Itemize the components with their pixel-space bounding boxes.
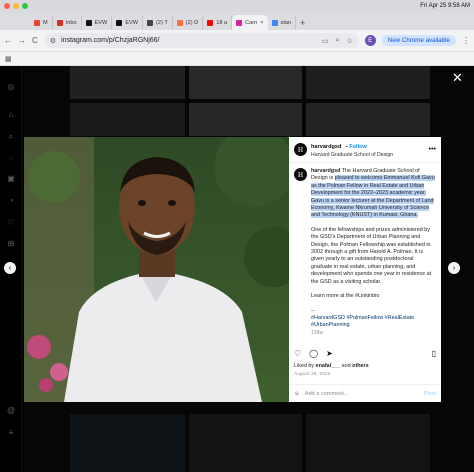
caption-paragraph-2: One of the fellowships and prizes admini… xyxy=(311,226,432,285)
liked-suffix: and xyxy=(341,363,351,369)
close-window-button[interactable] xyxy=(4,3,10,9)
liked-user[interactable]: enafal___ xyxy=(316,363,341,369)
account-username[interactable]: harvardgsd xyxy=(311,144,341,150)
caption-area: H harvardgsd The Harvard Graduate School… xyxy=(289,164,441,354)
account-subtitle: Harvard Graduate School of Design xyxy=(311,151,394,158)
tab-label: 18 a xyxy=(216,19,228,26)
traffic-lights xyxy=(4,3,28,9)
comment-input[interactable]: Add a comment... xyxy=(305,391,349,397)
post-header: H harvardgsd • Follow Harvard Graduate S… xyxy=(289,137,441,163)
tab-label: Carn xyxy=(245,19,258,26)
browser-tab[interactable]: (2) D xyxy=(173,15,204,30)
zoom-window-button[interactable] xyxy=(22,3,28,9)
follow-button[interactable]: Follow xyxy=(349,144,367,150)
post-actions: ♡ ◯ ➤ ▯ xyxy=(294,349,436,359)
like-icon[interactable]: ♡ xyxy=(294,349,301,359)
reload-button[interactable]: C xyxy=(32,36,38,45)
liked-others[interactable]: others xyxy=(352,363,368,369)
post-date: August 28, 2022 xyxy=(294,371,331,376)
browser-tab[interactable]: 18 a xyxy=(203,15,233,30)
comment-bar: ☺ Add a comment... Post xyxy=(289,384,441,402)
new-tab-button[interactable]: + xyxy=(300,18,305,30)
browser-toolbar: ← → C ⚙ instagram.com/p/ChzjaRGNj66/ ▭ ⌕… xyxy=(0,30,474,52)
caption-dash: -- xyxy=(311,307,315,314)
liked-prefix: Liked by xyxy=(294,363,315,369)
tab-favicon-icon xyxy=(147,19,154,26)
portrait-illustration xyxy=(24,137,289,402)
tab-favicon-icon xyxy=(271,19,278,26)
caption-text: harvardgsd The Harvard Graduate School o… xyxy=(311,168,435,354)
browser-tab[interactable]: Carn × xyxy=(232,15,268,30)
caption-avatar[interactable]: H xyxy=(294,168,307,181)
tab-favicon-icon xyxy=(236,19,243,26)
caption-paragraph-3: Learn more at the #Linkinbio xyxy=(311,293,380,300)
url-text[interactable]: instagram.com/p/ChzjaRGNj66/ xyxy=(61,37,159,44)
close-modal-icon[interactable]: ✕ xyxy=(452,70,463,86)
chrome-menu-icon[interactable]: ⋮ xyxy=(462,36,470,45)
tab-favicon-icon xyxy=(34,19,40,26)
caption-highlighted-text: pleased to welcome Emmanuel Kofi Gavu as… xyxy=(311,175,435,219)
tab-strip: M Inbo EVW EVW (2) T (2) D 18 a Carn × stan + xyxy=(0,12,474,30)
minimize-window-button[interactable] xyxy=(13,3,19,9)
emoji-icon[interactable]: ☺ xyxy=(294,391,300,397)
screen: Fri Apr 25 9:58 AM M Inbo EVW EVW (2) T (2) D… xyxy=(0,0,474,472)
forward-button[interactable]: → xyxy=(18,36,26,45)
datetime: Fri Apr 25 9:58 AM xyxy=(420,3,470,9)
previous-post-button[interactable]: ‹ xyxy=(4,262,16,274)
browser-tab[interactable]: stan xyxy=(268,15,297,30)
tab-favicon-icon xyxy=(116,19,123,26)
share-icon[interactable]: ➤ xyxy=(326,349,333,359)
post-comment-button[interactable]: Post xyxy=(424,391,436,397)
tab-label: stan xyxy=(280,19,292,26)
browser-tab[interactable]: Inbo xyxy=(53,15,82,30)
tab-favicon-icon xyxy=(176,19,183,26)
site-info-icon[interactable]: ⚙ xyxy=(50,37,56,45)
browser-tab[interactable]: (2) T xyxy=(143,15,173,30)
cast-icon[interactable]: ▭ xyxy=(322,37,329,45)
apps-icon[interactable]: ▦ xyxy=(5,55,12,63)
bookmarks-bar: ▦ xyxy=(0,52,474,66)
tab-favicon-icon xyxy=(207,19,214,26)
caption-hashtags[interactable]: #HarvardGSD #PolmanFellow #RealEstate #U… xyxy=(311,315,435,330)
browser-tab[interactable]: EVW xyxy=(112,15,144,30)
tab-label: EVW xyxy=(125,19,139,26)
comment-icon[interactable]: ◯ xyxy=(309,349,318,359)
bookmark-star-icon[interactable]: ☆ xyxy=(346,37,352,45)
address-bar[interactable]: ⚙ instagram.com/p/ChzjaRGNj66/ ▭ ⌕ ☆ xyxy=(43,33,359,48)
tab-label: EVW xyxy=(94,19,108,26)
tab-close-icon[interactable]: × xyxy=(260,20,263,26)
zoom-icon[interactable]: ⌕ xyxy=(336,37,340,45)
browser-tab[interactable]: EVW xyxy=(82,15,113,30)
save-bookmark-icon[interactable]: ▯ xyxy=(432,349,436,359)
tab-label: Inbo xyxy=(65,19,77,26)
tab-favicon-icon xyxy=(85,19,92,26)
tab-label: (2) T xyxy=(156,19,168,26)
liked-by: Liked by enafal___ and others xyxy=(294,363,369,369)
browser-tab[interactable]: M xyxy=(30,15,53,30)
tab-label: (2) D xyxy=(185,19,199,26)
tab-label: M xyxy=(43,19,48,26)
account-avatar[interactable]: H xyxy=(294,143,307,156)
caption-age: 139w xyxy=(311,329,323,336)
post-photo xyxy=(24,137,289,402)
mac-menubar: Fri Apr 25 9:58 AM xyxy=(0,0,474,12)
caption-username[interactable]: harvardgsd xyxy=(311,168,340,174)
profile-avatar[interactable]: E xyxy=(364,35,376,46)
tab-favicon-icon xyxy=(56,19,63,26)
back-button[interactable]: ← xyxy=(4,36,12,45)
new-chrome-button[interactable]: New Chrome available xyxy=(381,35,456,46)
more-options-icon[interactable]: ••• xyxy=(429,146,436,153)
next-post-button[interactable]: › xyxy=(448,262,460,274)
